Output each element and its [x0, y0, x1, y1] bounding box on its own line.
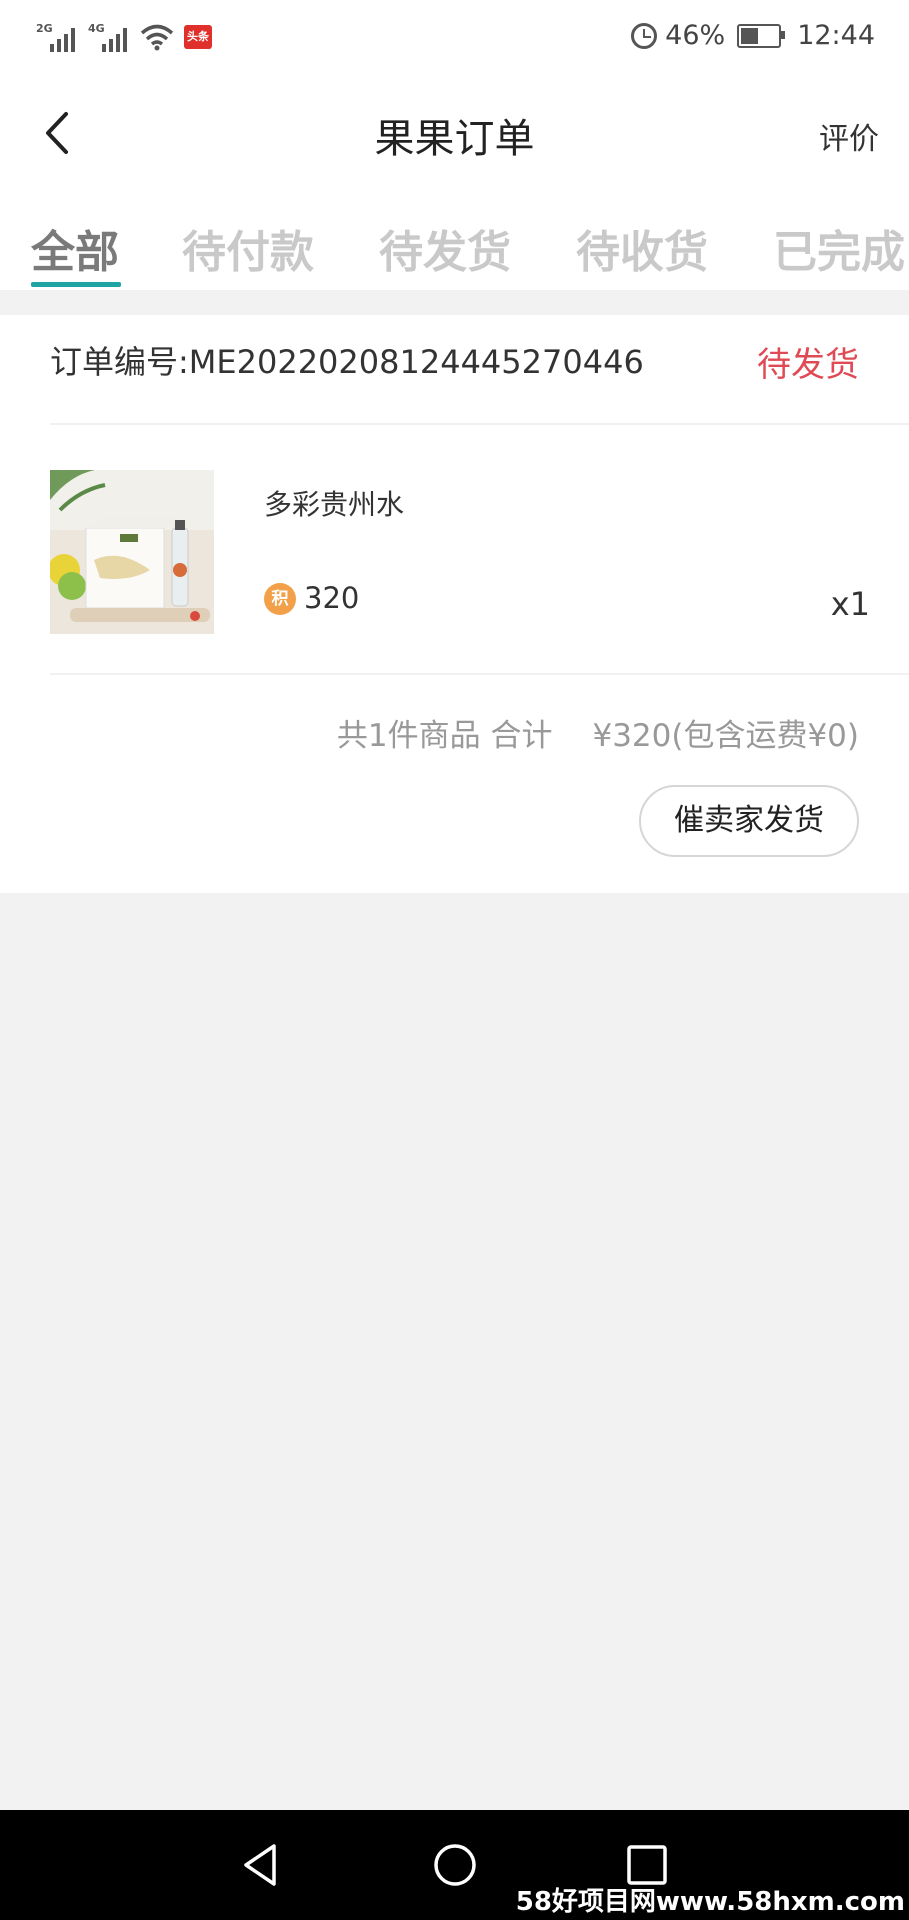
clock: 12:44: [797, 20, 875, 51]
product-thumbnail[interactable]: [50, 470, 214, 634]
tab-all[interactable]: 全部: [31, 216, 119, 280]
order-status: 待发货: [757, 345, 859, 385]
back-triangle-icon[interactable]: [236, 1840, 286, 1890]
tab-pending-receipt[interactable]: 待收货: [576, 216, 708, 280]
points-price: 320: [304, 581, 360, 615]
order-number: 订单编号:ME20220208124445270446: [50, 343, 644, 381]
page-title: 果果订单: [374, 116, 535, 162]
urge-shipment-button[interactable]: 催卖家发货: [639, 785, 859, 857]
points-icon: 积: [264, 583, 296, 615]
signal-4g-icon: 4G: [88, 22, 130, 52]
home-circle-icon[interactable]: [430, 1840, 480, 1890]
status-bar: 2G 4G 头条 46% 12:44: [0, 0, 909, 78]
status-left: 2G 4G 头条: [36, 22, 212, 52]
order-summary: 共1件商品 合计 ¥320(包含运费¥0): [337, 710, 859, 755]
divider: [50, 673, 909, 675]
summary-total: ¥320(包含运费¥0): [592, 718, 859, 754]
quantity: x1: [830, 585, 870, 623]
tab-completed[interactable]: 已完成: [773, 216, 905, 280]
watermark: 58好项目网www.58hxm.com: [515, 1887, 905, 1917]
navigation-bar: 果果订单 评价: [0, 78, 909, 188]
tab-pending-shipment[interactable]: 待发货: [379, 216, 511, 280]
summary-count: 共1件商品 合计: [336, 718, 553, 754]
divider: [50, 423, 909, 425]
news-app-icon: 头条: [184, 25, 212, 49]
signal-2g-icon: 2G: [36, 22, 78, 52]
status-right: 46% 12:44: [631, 20, 875, 51]
product-name: 多彩贵州水: [264, 488, 405, 521]
battery-icon: [737, 23, 786, 48]
order-tabs: 全部 待付款 待发货 待收货 已完成: [0, 188, 909, 290]
battery-percent: 46%: [665, 20, 726, 51]
system-navigation-bar: 58好项目网www.58hxm.com: [0, 1810, 909, 1920]
order-card[interactable]: 订单编号:ME20220208124445270446 待发货 多彩贵州水 积 …: [0, 315, 909, 893]
active-tab-indicator: [31, 282, 121, 287]
wifi-icon: [140, 24, 174, 51]
tab-pending-payment[interactable]: 待付款: [182, 216, 314, 280]
alarm-icon: [631, 22, 658, 49]
review-button[interactable]: 评价: [819, 114, 879, 158]
